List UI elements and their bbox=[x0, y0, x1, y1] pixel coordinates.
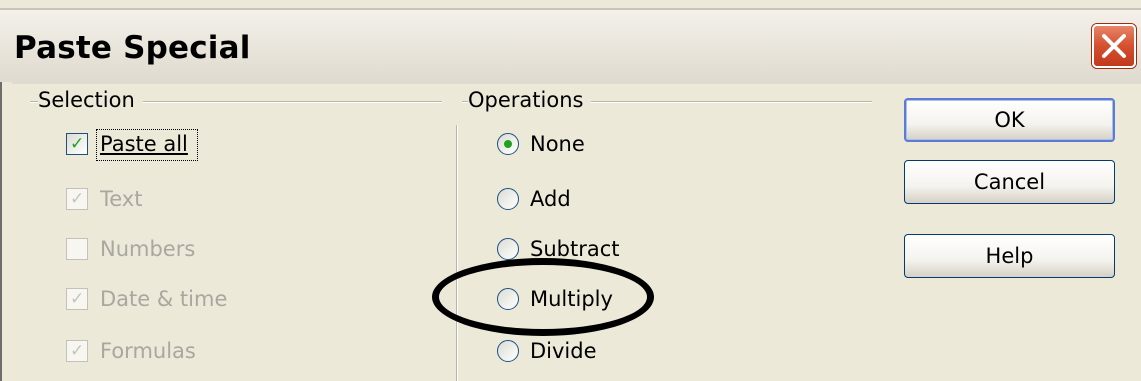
paste-all-label[interactable]: Paste all bbox=[100, 132, 188, 156]
paste-all-checkbox[interactable]: ✓ bbox=[66, 133, 88, 155]
formulas-checkbox: ✓ bbox=[66, 340, 88, 362]
subtract-radio[interactable] bbox=[497, 238, 519, 260]
annotation-ellipse bbox=[432, 258, 654, 336]
none-label[interactable]: None bbox=[530, 132, 585, 156]
window-title: Paste Special bbox=[14, 30, 251, 66]
checkmark-icon: ✓ bbox=[70, 189, 85, 209]
radio-selected-dot bbox=[504, 140, 512, 148]
paste-special-dialog: Paste Special Selection ✓ Paste all ✓ Te… bbox=[0, 0, 1141, 381]
divide-label[interactable]: Divide bbox=[530, 339, 597, 363]
operations-separator bbox=[456, 125, 458, 381]
formulas-label: Formulas bbox=[100, 339, 196, 363]
help-button[interactable]: Help bbox=[904, 234, 1115, 278]
checkmark-icon: ✓ bbox=[70, 134, 85, 154]
add-label[interactable]: Add bbox=[530, 187, 571, 211]
title-bar[interactable]: Paste Special bbox=[0, 8, 1141, 84]
divide-radio[interactable] bbox=[497, 340, 519, 362]
checkmark-icon: ✓ bbox=[70, 341, 85, 361]
window-frame-left bbox=[0, 82, 12, 381]
add-radio[interactable] bbox=[497, 188, 519, 210]
close-icon[interactable] bbox=[1092, 24, 1136, 68]
selection-group-title: Selection bbox=[38, 88, 143, 112]
text-label: Text bbox=[100, 187, 143, 211]
numbers-label: Numbers bbox=[100, 237, 196, 261]
date-time-label: Date & time bbox=[100, 287, 228, 311]
operations-group-title: Operations bbox=[468, 88, 592, 112]
numbers-checkbox bbox=[66, 238, 88, 260]
ok-button[interactable]: OK bbox=[904, 98, 1115, 142]
none-radio[interactable] bbox=[497, 133, 519, 155]
cancel-button[interactable]: Cancel bbox=[904, 160, 1115, 204]
text-checkbox: ✓ bbox=[66, 188, 88, 210]
checkmark-icon: ✓ bbox=[70, 289, 85, 309]
date-time-checkbox: ✓ bbox=[66, 288, 88, 310]
